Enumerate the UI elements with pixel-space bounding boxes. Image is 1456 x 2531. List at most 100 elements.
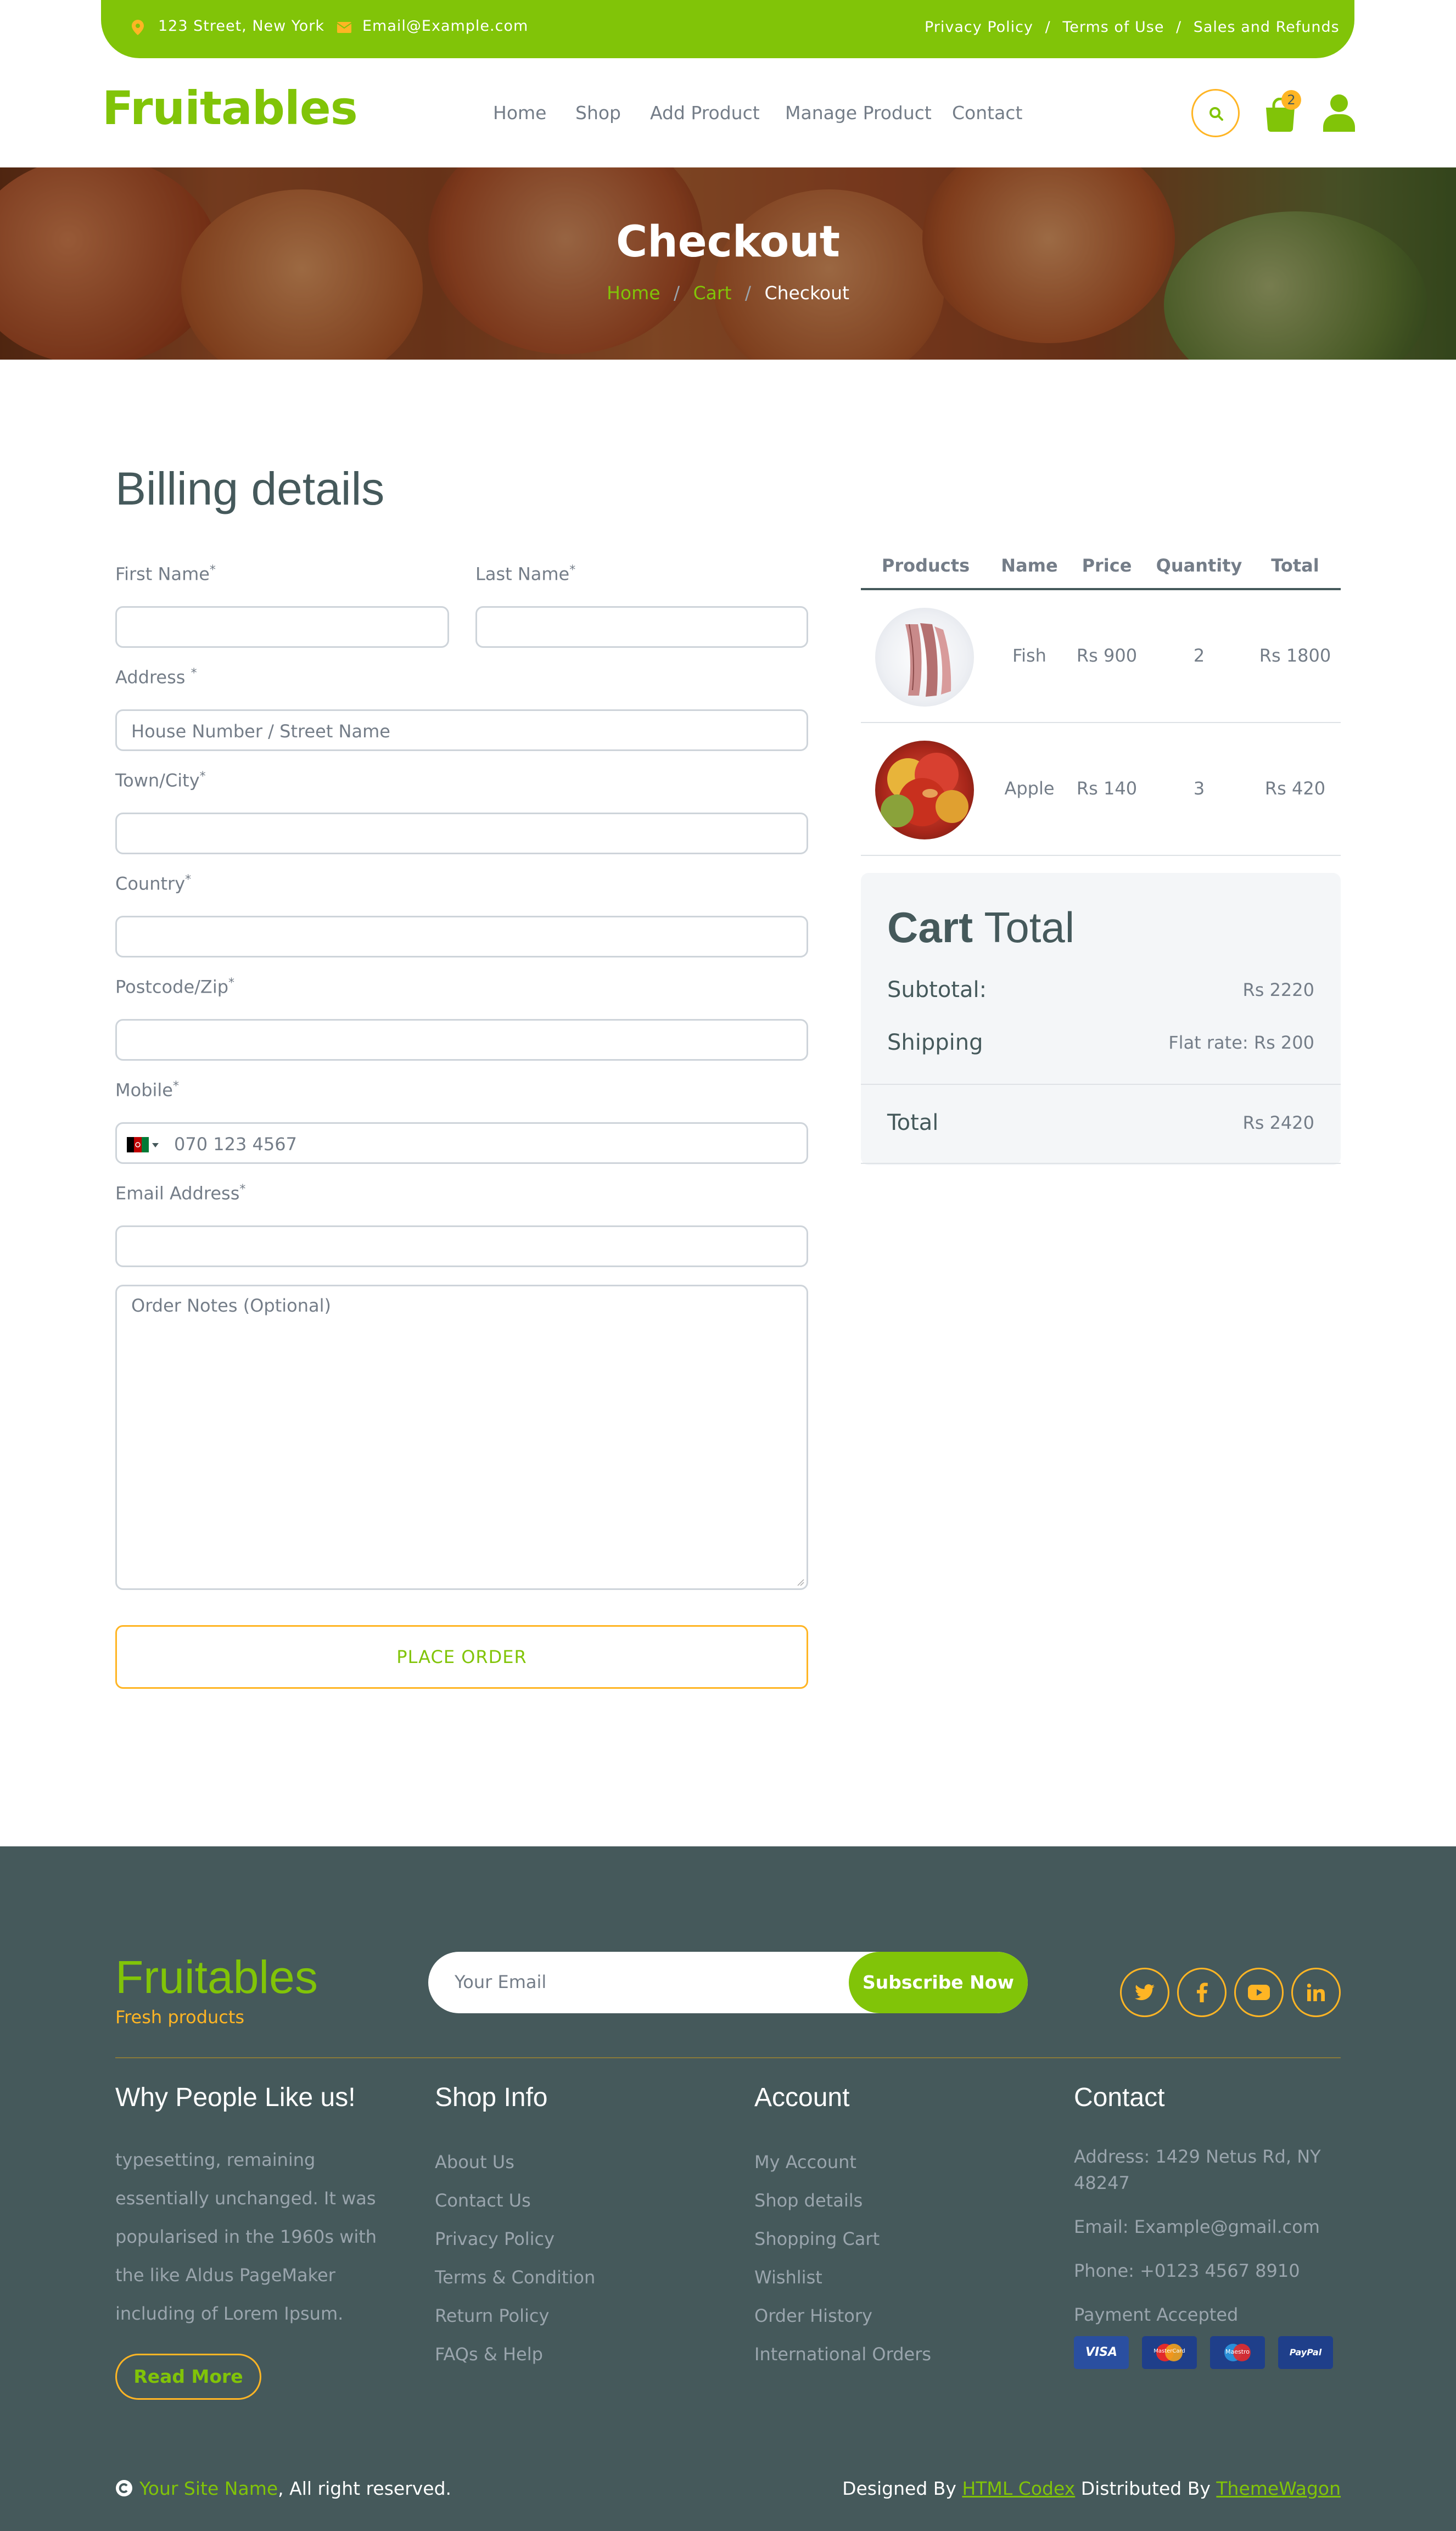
cart-total-divider xyxy=(861,1084,1341,1085)
site-logo[interactable]: Fruitables xyxy=(102,81,358,135)
row-name: Apple xyxy=(1004,778,1055,799)
newsletter-email-input[interactable]: Your Email xyxy=(455,1972,546,1992)
faqs-help-link[interactable]: FAQs & Help xyxy=(435,2344,543,2365)
topbar-separator: / xyxy=(1176,19,1182,36)
newsletter-form: Your Email Subscribe Now xyxy=(428,1952,1028,2013)
privacy-policy-link[interactable]: Privacy Policy xyxy=(435,2228,555,2249)
nav-add-product[interactable]: Add Product xyxy=(650,102,760,124)
subscribe-button[interactable]: Subscribe Now xyxy=(849,1952,1028,2013)
email-input[interactable] xyxy=(115,1225,808,1267)
mastercard-card-icon: MasterCard xyxy=(1142,2336,1197,2369)
billing-title: Billing details xyxy=(115,463,385,514)
linkedin-button[interactable] xyxy=(1291,1968,1341,2017)
shopping-cart-link[interactable]: Shopping Cart xyxy=(754,2228,880,2249)
map-marker-icon xyxy=(132,20,144,35)
apple-product-image xyxy=(875,741,974,839)
header-name: Name xyxy=(1001,555,1058,576)
facebook-button[interactable] xyxy=(1177,1968,1227,2017)
nav-shop[interactable]: Shop xyxy=(575,102,621,124)
breadcrumb-separator: / xyxy=(674,282,680,304)
breadcrumb-home[interactable]: Home xyxy=(607,282,660,304)
copyright-icon xyxy=(116,2480,132,2496)
row-quantity: 2 xyxy=(1193,645,1205,666)
postcode-input[interactable] xyxy=(115,1019,808,1061)
place-order-button[interactable]: PLACE ORDER xyxy=(115,1625,808,1689)
breadcrumb-cart[interactable]: Cart xyxy=(693,282,732,304)
visa-card-icon: VISA xyxy=(1074,2336,1129,2369)
country-code-dropdown[interactable] xyxy=(127,1137,160,1152)
twitter-icon xyxy=(1135,1984,1155,2001)
address-label: Address * xyxy=(115,667,197,688)
youtube-icon xyxy=(1248,1985,1270,2000)
first-name-input[interactable] xyxy=(115,606,449,648)
order-notes-textarea[interactable]: Order Notes (Optional) xyxy=(115,1285,808,1590)
search-button[interactable] xyxy=(1191,89,1240,137)
sales-refunds-link[interactable]: Sales and Refunds xyxy=(1194,19,1340,36)
footer-about-text: typesetting, remaining essentially unchan… xyxy=(115,2149,377,2324)
payment-accepted-label: Payment Accepted xyxy=(1074,2304,1239,2325)
shipping-label: Shipping xyxy=(887,1030,983,1055)
nav-contact[interactable]: Contact xyxy=(952,102,1022,124)
fish-product-image xyxy=(875,608,974,707)
nav-home[interactable]: Home xyxy=(493,102,546,124)
about-us-link[interactable]: About Us xyxy=(435,2152,514,2172)
nav-manage-product[interactable]: Manage Product xyxy=(785,102,932,124)
cart-total-bottom-divider xyxy=(861,1163,1341,1164)
read-more-button[interactable]: Read More xyxy=(115,2354,261,2400)
terms-condition-link[interactable]: Terms & Condition xyxy=(435,2267,595,2288)
contact-heading: Contact xyxy=(1074,2083,1165,2112)
order-history-link[interactable]: Order History xyxy=(754,2305,872,2326)
footer-logo[interactable]: Fruitables xyxy=(115,1951,318,2004)
address-placeholder: House Number / Street Name xyxy=(131,721,390,742)
shop-details-link[interactable]: Shop details xyxy=(754,2190,863,2211)
footer: Fruitables Fresh products Your Email Sub… xyxy=(0,1846,1456,2531)
contact-email: Email: Example@gmail.com xyxy=(1074,2216,1320,2237)
themewagon-link[interactable]: ThemeWagon xyxy=(1216,2478,1341,2499)
topbar-separator: / xyxy=(1045,19,1051,36)
header-total: Total xyxy=(1271,555,1319,576)
breadcrumb: Home / Cart / Checkout xyxy=(0,282,1456,304)
facebook-icon xyxy=(1197,1983,1208,2002)
footer-tagline: Fresh products xyxy=(115,2007,245,2028)
credits-text: Designed By HTML Codex Distributed By Th… xyxy=(842,2478,1341,2499)
mobile-input[interactable]: 070 123 4567 xyxy=(115,1122,808,1164)
postcode-label: Postcode/Zip* xyxy=(115,976,235,998)
town-input[interactable] xyxy=(115,813,808,854)
site-name-link[interactable]: Your Site Name xyxy=(139,2478,278,2499)
international-orders-link[interactable]: International Orders xyxy=(754,2344,931,2365)
resize-handle-icon[interactable] xyxy=(797,1578,804,1586)
cart-button[interactable]: 2 xyxy=(1264,90,1301,134)
user-icon[interactable] xyxy=(1323,93,1355,132)
shipping-value: Flat rate: Rs 200 xyxy=(1168,1032,1314,1053)
topbar: 123 Street, New York Email@Example.com P… xyxy=(101,0,1354,58)
terms-of-use-link[interactable]: Terms of Use xyxy=(1062,19,1164,36)
contact-us-link[interactable]: Contact Us xyxy=(435,2190,531,2211)
linkedin-icon xyxy=(1307,1984,1325,2001)
cart-total-panel: Cart Total Subtotal: Rs 2220 Shipping Fl… xyxy=(861,873,1341,1165)
twitter-button[interactable] xyxy=(1120,1968,1169,2017)
page-title: Checkout xyxy=(615,217,841,267)
total-label: Total xyxy=(887,1110,939,1135)
wishlist-link[interactable]: Wishlist xyxy=(754,2267,822,2288)
total-value: Rs 2420 xyxy=(1242,1112,1314,1133)
order-notes-placeholder: Order Notes (Optional) xyxy=(131,1295,331,1316)
afghanistan-flag-icon xyxy=(127,1137,149,1152)
return-policy-link[interactable]: Return Policy xyxy=(435,2305,549,2326)
address-input[interactable]: House Number / Street Name xyxy=(115,709,808,751)
paypal-card-icon: PayPal xyxy=(1278,2336,1333,2369)
row-name: Fish xyxy=(1012,645,1046,666)
mobile-label: Mobile* xyxy=(115,1079,179,1101)
why-people-like-us-heading: Why People Like us! xyxy=(115,2083,356,2112)
privacy-policy-link[interactable]: Privacy Policy xyxy=(925,19,1033,36)
my-account-link[interactable]: My Account xyxy=(754,2152,856,2172)
search-icon xyxy=(1209,107,1223,121)
row-total: Rs 1800 xyxy=(1259,645,1331,666)
breadcrumb-current: Checkout xyxy=(764,282,849,304)
topbar-links: Privacy Policy / Terms of Use / Sales an… xyxy=(925,19,1340,36)
html-codex-link[interactable]: HTML Codex xyxy=(962,2478,1075,2499)
last-name-input[interactable] xyxy=(475,606,808,648)
country-input[interactable] xyxy=(115,916,808,957)
youtube-button[interactable] xyxy=(1234,1968,1284,2017)
maestro-card-icon: Maestro xyxy=(1210,2336,1265,2369)
header-products: Products xyxy=(881,555,970,576)
